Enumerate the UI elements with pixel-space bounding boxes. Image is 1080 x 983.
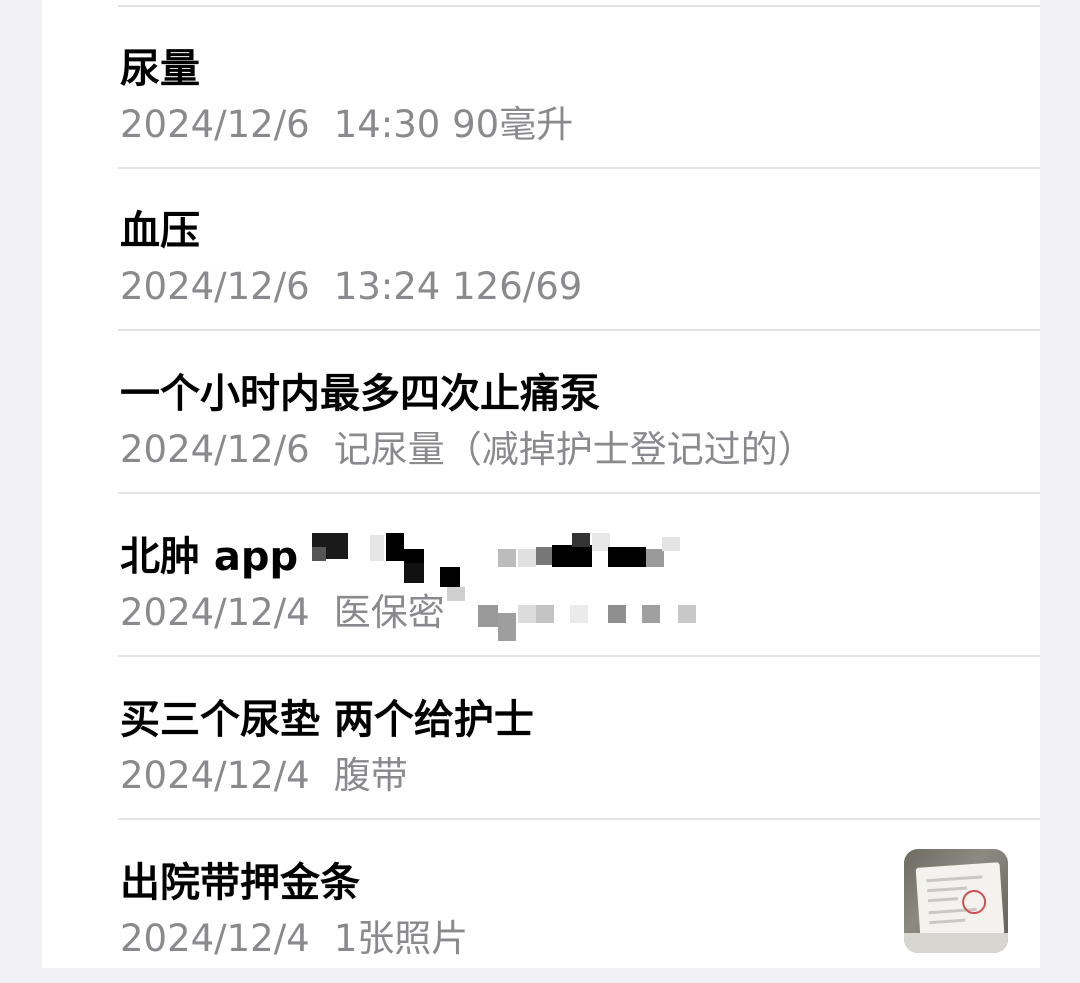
- note-preview: 13:24 126/69: [333, 265, 583, 308]
- note-preview: 记尿量（减掉护士登记过的）: [333, 428, 815, 471]
- note-date: 2024/12/6: [120, 103, 310, 146]
- note-row[interactable]: 买三个尿垫 两个给护士 2024/12/4 腹带: [42, 658, 1040, 820]
- notes-list: 尿量 2024/12/6 14:30 90毫升 血压 2024/12/6 13:24…: [42, 0, 1040, 968]
- note-title: 血压: [120, 208, 200, 254]
- note-title: 出院带押金条: [120, 860, 360, 906]
- note-preview: 腹带: [333, 754, 408, 797]
- note-meta: 2024/12/4 1张照片: [120, 915, 468, 963]
- note-date: 2024/12/4: [120, 917, 310, 960]
- note-meta: 2024/12/6 记尿量（减掉护士登记过的）: [120, 426, 815, 474]
- note-row[interactable]: 北肿 app 2024/12/4 医保密: [42, 495, 1040, 657]
- divider: [118, 329, 1040, 331]
- note-row[interactable]: 尿量 2024/12/6 14:30 90毫升: [42, 7, 1040, 169]
- note-title: 北肿 app: [120, 534, 299, 580]
- note-date: 2024/12/4: [120, 591, 310, 634]
- note-meta: 2024/12/6 14:30 90毫升: [120, 101, 573, 149]
- note-date: 2024/12/4: [120, 754, 310, 797]
- note-preview: 14:30 90毫升: [333, 103, 574, 146]
- note-row[interactable]: 血压 2024/12/6 13:24 126/69: [42, 169, 1040, 331]
- photo-thumbnail-icon[interactable]: [904, 849, 1008, 953]
- divider: [118, 818, 1040, 820]
- note-preview: 1张照片: [333, 917, 469, 960]
- note-row[interactable]: 出院带押金条 2024/12/4 1张照片: [42, 821, 1040, 983]
- note-meta: 2024/12/4 医保密: [120, 589, 445, 637]
- note-row[interactable]: 一个小时内最多四次止痛泵 2024/12/6 记尿量（减掉护士登记过的）: [42, 332, 1040, 494]
- note-meta: 2024/12/4 腹带: [120, 752, 408, 800]
- note-date: 2024/12/6: [120, 428, 310, 471]
- note-preview: 医保密: [333, 591, 445, 634]
- note-title: 一个小时内最多四次止痛泵: [120, 371, 600, 417]
- receipt-image: [915, 862, 1005, 940]
- note-date: 2024/12/6: [120, 265, 310, 308]
- divider: [118, 492, 1040, 494]
- note-title: 尿量: [120, 46, 200, 92]
- divider: [118, 655, 1040, 657]
- note-meta: 2024/12/6 13:24 126/69: [120, 263, 582, 311]
- note-title: 买三个尿垫 两个给护士: [120, 697, 534, 743]
